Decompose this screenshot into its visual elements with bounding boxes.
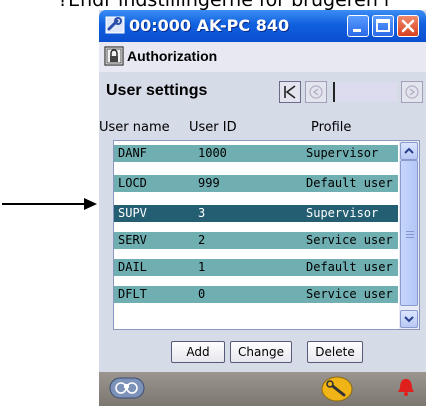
delete-button[interactable]: Delete	[307, 341, 363, 363]
authorization-bar: Authorization	[99, 42, 426, 72]
user-row[interactable]: SERV 2 Service user	[114, 232, 398, 249]
minimize-icon	[353, 29, 361, 32]
column-header-user-id: User ID	[189, 120, 237, 135]
user-id-cell: 3	[198, 206, 206, 220]
user-profile-cell: Default user	[306, 260, 393, 274]
first-page-button[interactable]	[279, 81, 301, 103]
chevron-up-icon	[404, 147, 414, 154]
minimize-button[interactable]	[347, 15, 369, 37]
user-row[interactable]: DANF 1000 Supervisor	[114, 145, 398, 162]
user-id-cell: 999	[198, 176, 220, 190]
user-id-cell: 0	[198, 287, 206, 301]
title-bar[interactable]: 00:000 AK-PC 840	[99, 10, 426, 42]
chevron-down-icon	[404, 316, 414, 323]
user-name-cell: LOCD	[118, 176, 147, 190]
user-profile-cell: Supervisor	[306, 206, 379, 220]
user-id-cell: 1000	[198, 146, 227, 160]
user-profile-cell: Service user	[306, 233, 393, 247]
maximize-button[interactable]	[372, 15, 394, 37]
user-profile-cell: Default user	[306, 176, 393, 190]
user-profile-cell: Service user	[306, 287, 393, 301]
app-window: 00:000 AK-PC 840 Authorization User sett…	[99, 10, 426, 406]
wrench-icon[interactable]	[321, 376, 353, 406]
authorization-label: Authorization	[127, 48, 218, 64]
previous-page-button[interactable]	[305, 81, 327, 103]
user-row[interactable]: DAIL 1 Default user	[114, 259, 398, 276]
user-name-cell: SUPV	[118, 206, 147, 220]
previous-page-icon	[309, 85, 323, 99]
user-row[interactable]: LOCD 999 Default user	[114, 175, 398, 192]
app-wrench-icon	[105, 16, 125, 38]
user-profile-cell: Supervisor	[306, 146, 379, 160]
next-page-icon	[405, 85, 419, 99]
user-row-selected[interactable]: SUPV 3 Supervisor	[114, 205, 398, 222]
bell-icon[interactable]	[395, 376, 417, 406]
first-page-icon	[284, 85, 296, 99]
user-id-cell: 1	[198, 260, 206, 274]
user-id-cell: 2	[198, 233, 206, 247]
user-row[interactable]: DFLT 0 Service user	[114, 286, 398, 303]
scroll-up-button[interactable]	[400, 142, 418, 160]
grip-icon	[406, 231, 414, 240]
next-page-button[interactable]	[401, 81, 423, 103]
vertical-scrollbar[interactable]	[399, 141, 419, 329]
user-name-cell: DFLT	[118, 287, 147, 301]
column-header-user-name: User name	[99, 120, 170, 135]
add-button[interactable]: Add	[171, 341, 225, 363]
scroll-thumb[interactable]	[400, 160, 418, 306]
maximize-icon	[376, 19, 390, 32]
user-list[interactable]: DANF 1000 Supervisor LOCD 999 Default us…	[113, 140, 420, 330]
scroll-down-button[interactable]	[400, 310, 418, 328]
change-button[interactable]: Change	[230, 341, 292, 363]
user-name-cell: DAIL	[118, 260, 147, 274]
user-name-cell: DANF	[118, 146, 147, 160]
column-header-profile: Profile	[311, 120, 352, 135]
user-name-cell: SERV	[118, 233, 147, 247]
section-title: User settings	[106, 82, 208, 99]
footer-bar	[99, 372, 426, 406]
close-button[interactable]	[397, 15, 419, 37]
binoculars-icon[interactable]	[109, 376, 145, 404]
close-icon	[401, 19, 415, 33]
page-field[interactable]	[333, 82, 397, 102]
pointer-arrow-icon	[2, 198, 97, 210]
window-title: 00:000 AK-PC 840	[129, 16, 290, 35]
lock-icon	[104, 46, 124, 70]
